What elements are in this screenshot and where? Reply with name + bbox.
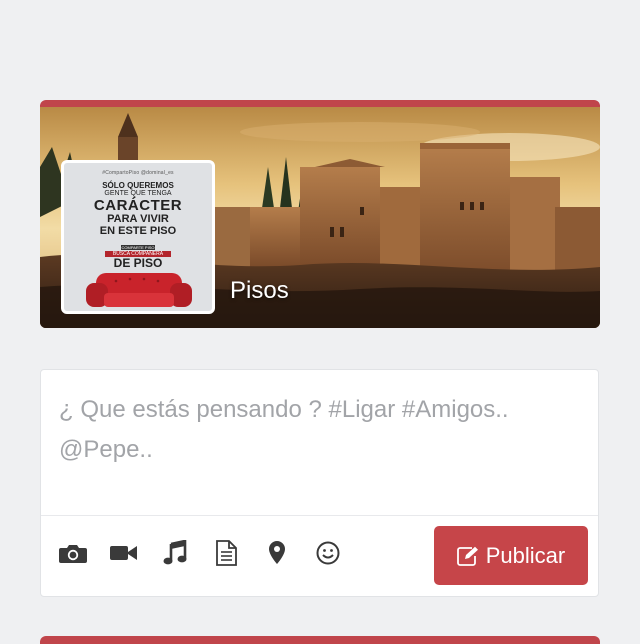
edit-icon: [456, 546, 479, 566]
smiley-icon[interactable]: [314, 540, 342, 566]
location-pin-icon[interactable]: [263, 540, 291, 566]
cover-card: #CompartoPiso @dominal_es SÓLO QUEREMOS …: [40, 100, 600, 328]
poster-badge-top: COMPARTE PISO: [121, 245, 155, 250]
video-icon[interactable]: [110, 540, 138, 566]
composer-divider: [41, 515, 598, 516]
document-icon[interactable]: [212, 540, 240, 566]
page-title: Pisos: [230, 277, 289, 304]
publish-button[interactable]: Publicar: [434, 526, 588, 585]
profile-picture[interactable]: #CompartoPiso @dominal_es SÓLO QUEREMOS …: [61, 160, 215, 314]
poster-line: CARÁCTER: [93, 197, 183, 214]
poster-line: EN ESTE PISO: [99, 225, 177, 237]
camera-icon[interactable]: [59, 540, 87, 566]
post-input[interactable]: [59, 390, 559, 500]
next-card-edge: [40, 636, 600, 644]
attachment-toolbar: [59, 540, 365, 566]
poster-line: PARA VIVIR: [107, 213, 169, 225]
post-composer: Publicar: [40, 369, 599, 597]
poster-tags: #CompartoPiso @dominal_es: [102, 170, 174, 176]
publish-label: Publicar: [485, 542, 566, 568]
music-icon[interactable]: [161, 540, 189, 566]
poster-line: SÓLO QUEREMOS: [102, 181, 174, 190]
red-sofa-illustration: [86, 273, 192, 307]
